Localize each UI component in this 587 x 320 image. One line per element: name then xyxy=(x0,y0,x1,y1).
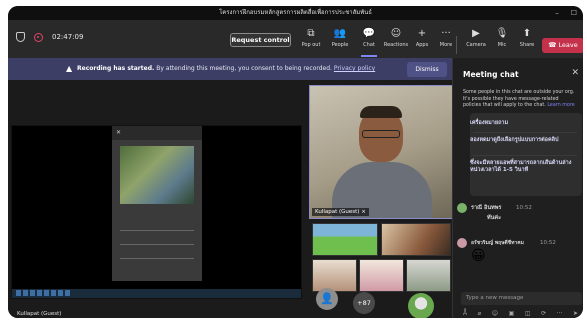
participant-thumbnail[interactable] xyxy=(381,223,451,256)
meeting-chat-panel: Meeting chat ✕ Some people in this chat … xyxy=(452,58,583,318)
editor-controls xyxy=(116,218,198,272)
learn-more-link[interactable]: Learn more xyxy=(547,103,574,108)
mic-icon: 🎙 xyxy=(495,28,509,39)
participant-thumbnail[interactable] xyxy=(406,259,451,292)
meeting-timer: 02:47:09 xyxy=(52,33,84,41)
pop-out-button[interactable]: ⧉ Pop out xyxy=(297,27,325,55)
participant-video-kullapat[interactable]: Kullapat (Guest) ⨯ xyxy=(309,85,453,219)
compose-toolbar: Aͣ ⌀ ☺ ▣ ◫ ⟳ ··· ➤ xyxy=(463,310,578,317)
message-line: ลองหดมาดูถึงเลือกรูปแบบการต่อคลิป xyxy=(470,137,559,143)
participant-thumbnail[interactable] xyxy=(312,223,378,256)
participant-avatar[interactable] xyxy=(408,293,434,318)
sender-avatar xyxy=(457,238,467,248)
people-icon: 👥 xyxy=(333,28,347,39)
recording-icon xyxy=(34,32,43,42)
message-divider xyxy=(473,155,577,156)
sender-avatar xyxy=(457,203,467,213)
sender-name: อรัชวริมญ์ พฤษตีชีทาคม xyxy=(471,240,524,246)
shared-phone-app: ✕ xyxy=(112,126,202,281)
chat-button[interactable]: 💬 Chat xyxy=(355,27,383,57)
more-participants-badge[interactable]: +87 xyxy=(353,292,375,314)
emoji-reaction: 😀 xyxy=(471,248,486,264)
app-top-bar: ✕ xyxy=(112,126,202,140)
emoji-icon[interactable]: ☺ xyxy=(492,310,498,317)
chat-title: Meeting chat xyxy=(463,70,519,79)
camera-icon: ▶ xyxy=(472,28,480,39)
muted-icon: ⨯ xyxy=(361,209,366,215)
window-title: โครงการฝึกอบรมหลักสูตรการผลิตสื่อเพื่อกา… xyxy=(219,9,372,16)
volume-slider xyxy=(120,258,194,259)
participant-thumbnail[interactable] xyxy=(312,259,357,292)
shield-icon[interactable] xyxy=(16,32,25,42)
sticker-icon[interactable]: ◫ xyxy=(525,310,531,317)
reactions-button[interactable]: ☺ Reactions xyxy=(382,27,410,55)
format-icon[interactable]: Aͣ xyxy=(463,310,467,317)
video-name-label: Kullapat (Guest) ⨯ xyxy=(312,208,369,216)
message-line: เครื่องหมายถาม xyxy=(470,120,509,126)
message-line: ซึ่งจะมีหลายแอพที่สามารถลากเส้นด้านล่างห… xyxy=(470,160,572,173)
video-preview-image xyxy=(120,146,194,204)
request-control-button[interactable]: Request control xyxy=(230,33,291,47)
teams-meeting-window: โครงการฝึกอบรมหลักสูตรการผลิตสื่อเพื่อกา… xyxy=(8,6,583,318)
dismiss-button[interactable]: Dismiss xyxy=(407,62,447,77)
leave-button[interactable]: ☎ Leave xyxy=(542,38,583,53)
attach-icon[interactable]: ⌀ xyxy=(478,310,482,317)
compose-box[interactable]: Type a new message xyxy=(461,292,582,305)
external-org-notice: Some people in this chat are outside you… xyxy=(463,90,575,108)
camera-button[interactable]: ▶ Camera xyxy=(462,27,490,55)
presenter-name-tag: Kullapat (Guest) xyxy=(14,309,65,318)
glasses-icon xyxy=(362,130,400,138)
share-button[interactable]: ⬆ Share xyxy=(513,27,541,55)
chat-icon: 💬 xyxy=(362,28,376,39)
phone-icon: ☎ xyxy=(548,41,559,49)
reactions-icon: ☺ xyxy=(390,28,402,39)
more-options-icon[interactable]: ··· xyxy=(557,310,563,317)
sender-name: ราณี อินทพร xyxy=(471,205,502,211)
participant-thumbnail[interactable] xyxy=(359,259,404,292)
chat-message-header: ราณี อินทพร 10:52 xyxy=(453,203,532,213)
maximize-button[interactable]: ☐ xyxy=(571,6,577,20)
minimize-button[interactable]: – xyxy=(555,6,559,20)
privacy-policy-link[interactable]: Privacy policy xyxy=(334,65,375,72)
pop-out-icon: ⧉ xyxy=(307,28,315,39)
banner-prefix: Recording has started. xyxy=(77,65,155,72)
message-time: 10:52 xyxy=(540,240,556,246)
toolbar-divider xyxy=(456,36,457,54)
speed-slider xyxy=(120,244,194,245)
shared-screen: ✕ xyxy=(11,125,302,299)
meeting-toolbar: 02:47:09 Request control ⧉ Pop out 👥 Peopl… xyxy=(8,20,583,58)
title-bar: โครงการฝึกอบรมหลักสูตรการผลิตสื่อเพื่อกา… xyxy=(8,6,583,20)
timeline-slider xyxy=(120,230,194,231)
person-hair xyxy=(360,106,402,118)
people-button[interactable]: 👥 People xyxy=(326,27,354,55)
mic-button[interactable]: 🎙 Mic xyxy=(488,27,516,55)
banner-message: By attending this meeting, you consent t… xyxy=(156,65,332,72)
chat-message-header: อรัชวริมญ์ พฤษตีชีทาคม 10:52 xyxy=(453,238,556,248)
share-icon: ⬆ xyxy=(522,28,532,39)
message-time: 10:52 xyxy=(516,205,532,211)
loop-icon[interactable]: ⟳ xyxy=(541,310,546,317)
message-text: ทันค่ะ xyxy=(487,215,502,221)
message-divider xyxy=(473,132,577,133)
gif-icon[interactable]: ▣ xyxy=(509,310,515,317)
warning-icon: ▲ xyxy=(66,64,73,73)
participant-avatar-icon[interactable]: 👤 xyxy=(316,288,338,310)
recording-banner: ▲ Recording has started. By attending th… xyxy=(8,58,452,80)
close-icon[interactable]: ✕ xyxy=(571,68,579,78)
windows-taskbar xyxy=(12,289,301,298)
send-icon[interactable]: ➤ xyxy=(573,310,578,317)
